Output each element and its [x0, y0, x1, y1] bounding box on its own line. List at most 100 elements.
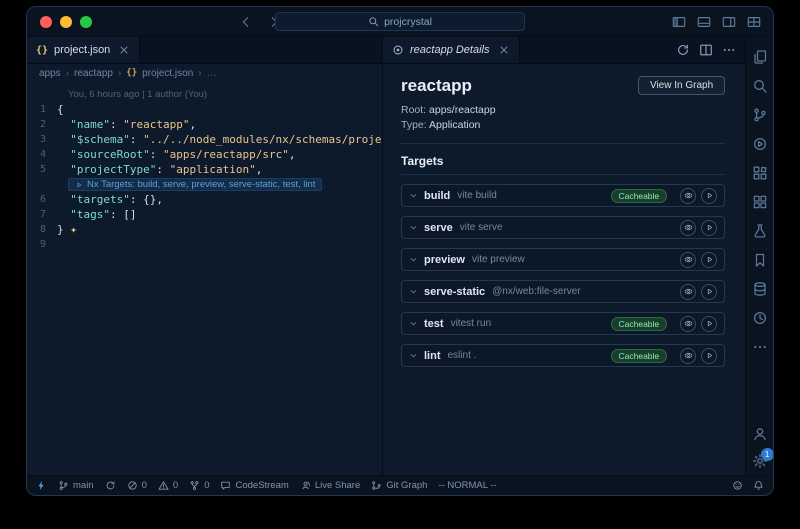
code-line-7[interactable]: 7 "tags": [] — [27, 207, 382, 222]
notification-count-badge: 1 — [761, 448, 774, 461]
clock-icon[interactable] — [752, 310, 768, 326]
tab-reactapp-details[interactable]: reactapp Details — [383, 37, 520, 63]
breadcrumb-separator: › — [198, 68, 201, 79]
grid-icon[interactable] — [752, 194, 768, 210]
feedback-icon — [732, 480, 743, 491]
warnings-count[interactable]: 0 — [158, 480, 178, 491]
target-row-lint[interactable]: linteslint .Cacheable — [401, 344, 725, 367]
chevron-down-icon[interactable] — [409, 223, 418, 232]
run-target-button[interactable] — [701, 252, 717, 268]
toggle-sidebar-left-icon[interactable] — [672, 15, 686, 29]
line-content: "projectType": "application", — [57, 162, 262, 177]
vscode-window: projcrystal {} project.json apps › reactap… — [26, 6, 774, 496]
editor-group-left: {} project.json apps›reactapp›{}project.… — [27, 37, 383, 475]
code-line-6[interactable]: 6 "targets": {}, — [27, 192, 382, 207]
target-row-test[interactable]: testvitest runCacheable — [401, 312, 725, 335]
view-target-config-button[interactable] — [680, 348, 696, 364]
refresh-icon[interactable] — [676, 43, 690, 57]
notifications-bell[interactable] — [753, 480, 764, 491]
run-target-button[interactable] — [701, 316, 717, 332]
target-row-build[interactable]: buildvite buildCacheable — [401, 184, 725, 207]
run-target-button[interactable] — [701, 188, 717, 204]
run-debug-icon[interactable] — [752, 136, 768, 152]
codestream[interactable]: CodeStream — [220, 480, 288, 491]
close-icon[interactable] — [498, 44, 510, 56]
breadcrumb-item-project.json[interactable]: project.json — [142, 68, 193, 79]
toggle-sidebar-right-icon[interactable] — [722, 15, 736, 29]
chevron-down-icon[interactable] — [409, 351, 418, 360]
nx-target-icon — [392, 44, 404, 56]
run-target-button[interactable] — [701, 348, 717, 364]
line-content: "targets": {}, — [57, 192, 163, 207]
git-branch[interactable]: main — [58, 480, 94, 491]
files-icon[interactable] — [752, 49, 768, 65]
code-line-3[interactable]: 3 "$schema": "../../node_modules/nx/sche… — [27, 132, 382, 147]
maximize-window-button[interactable] — [80, 16, 92, 28]
view-target-config-button[interactable] — [680, 220, 696, 236]
breadcrumb-item-apps[interactable]: apps — [39, 68, 61, 79]
activity-bar-bottom: 1 — [752, 426, 768, 469]
view-target-config-button[interactable] — [680, 252, 696, 268]
project-type: Type: Application — [401, 118, 725, 133]
tab-project-json[interactable]: {} project.json — [27, 37, 140, 63]
beaker-icon[interactable] — [752, 223, 768, 239]
more-icon[interactable] — [752, 339, 768, 355]
source-control-icon[interactable] — [752, 107, 768, 123]
target-name: preview — [424, 254, 465, 266]
code-line-9[interactable]: 9 — [27, 237, 382, 252]
nx-targets-codelens[interactable]: Nx Targets: build, serve, preview, serve… — [27, 177, 382, 192]
target-command: vitest run — [451, 318, 611, 329]
view-target-config-button[interactable] — [680, 316, 696, 332]
status-item-label: Git Graph — [386, 480, 427, 491]
chevron-down-icon[interactable] — [409, 287, 418, 296]
run-target-button[interactable] — [701, 220, 717, 236]
breadcrumb-item-reactapp[interactable]: reactapp — [74, 68, 113, 79]
database-icon[interactable] — [752, 281, 768, 297]
chevron-down-icon[interactable] — [409, 319, 418, 328]
settings-gear-icon[interactable]: 1 — [752, 453, 768, 469]
more-actions-icon[interactable] — [722, 43, 736, 57]
customize-layout-icon[interactable] — [747, 15, 761, 29]
extensions-icon[interactable] — [752, 165, 768, 181]
code-line-4[interactable]: 4 "sourceRoot": "apps/reactapp/src", — [27, 147, 382, 162]
split-editor-icon[interactable] — [699, 43, 713, 57]
code-line-2[interactable]: 2 "name": "reactapp", — [27, 117, 382, 132]
code-line-1[interactable]: 1{ — [27, 102, 382, 117]
run-target-button[interactable] — [701, 284, 717, 300]
view-target-config-button[interactable] — [680, 188, 696, 204]
close-window-button[interactable] — [40, 16, 52, 28]
cacheable-badge: Cacheable — [611, 349, 668, 363]
target-row-preview[interactable]: previewvite preview — [401, 248, 725, 271]
target-row-serve-static[interactable]: serve-static@nx/web:file-server — [401, 280, 725, 303]
remote-indicator[interactable] — [36, 480, 47, 491]
live-share[interactable]: Live Share — [300, 480, 360, 491]
chevron-down-icon[interactable] — [409, 191, 418, 200]
back-icon[interactable] — [239, 15, 253, 29]
root-label: Root: — [401, 104, 426, 116]
fork-count[interactable]: 0 — [189, 480, 209, 491]
bookmark-icon[interactable] — [752, 252, 768, 268]
line-number: 6 — [27, 192, 57, 207]
target-row-serve[interactable]: servevite serve — [401, 216, 725, 239]
view-target-config-button[interactable] — [680, 284, 696, 300]
search-icon[interactable] — [752, 78, 768, 94]
target-command: vite serve — [460, 222, 675, 233]
vim-mode[interactable]: -- NORMAL -- — [438, 480, 496, 491]
git-graph[interactable]: Git Graph — [371, 480, 427, 491]
code-line-8[interactable]: 8} ✦ — [27, 222, 382, 237]
toggle-panel-icon[interactable] — [697, 15, 711, 29]
code-line-5[interactable]: 5 "projectType": "application", — [27, 162, 382, 177]
minimize-window-button[interactable] — [60, 16, 72, 28]
chevron-down-icon[interactable] — [409, 255, 418, 264]
view-in-graph-button[interactable]: View In Graph — [638, 76, 725, 95]
breadcrumb[interactable]: apps›reactapp›{}project.json›… — [27, 64, 382, 82]
feedback-button[interactable] — [732, 480, 743, 491]
code-editor[interactable]: You, 6 hours ago | 1 author (You)1{2 "na… — [27, 82, 382, 475]
account-icon[interactable] — [752, 426, 768, 442]
sync-changes[interactable] — [105, 480, 116, 491]
errors-count[interactable]: 0 — [127, 480, 147, 491]
breadcrumb-symbol-ellipsis[interactable]: … — [207, 68, 217, 79]
close-icon[interactable] — [118, 44, 130, 56]
command-center-search[interactable]: projcrystal — [275, 12, 525, 31]
line-number: 3 — [27, 132, 57, 147]
